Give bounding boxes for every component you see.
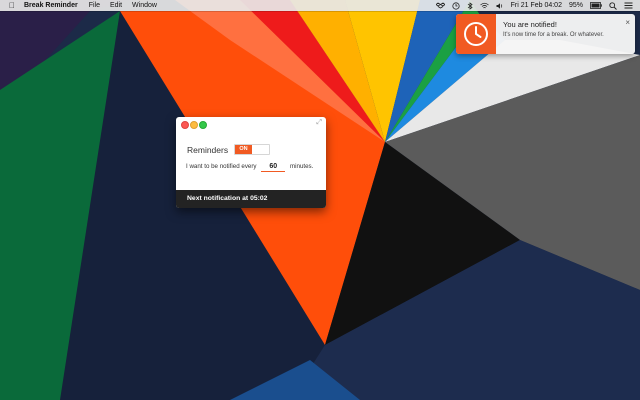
battery-icon[interactable] [590, 2, 602, 9]
apple-menu-icon[interactable]:  [9, 1, 15, 10]
break-reminder-window: ⤢ Reminders ON I want to be notified eve… [176, 117, 326, 208]
status-tray: Fri 21 Feb 04:02 95% [435, 0, 640, 11]
zoom-window-button[interactable] [199, 121, 207, 129]
menu-window[interactable]: Window [132, 2, 157, 9]
reminders-label: Reminders [187, 145, 229, 155]
toggle-on-label: ON [235, 145, 252, 154]
notification-body: It's now time for a break. Or whatever. [503, 32, 604, 38]
reminders-toggle[interactable]: ON [234, 144, 270, 155]
window-titlebar[interactable]: ⤢ [176, 117, 326, 131]
next-notification-status: Next notification at 05:02 [176, 190, 326, 208]
menu-bar:  Break Reminder File Edit Window Fri 21… [0, 0, 640, 11]
clock-icon [464, 22, 488, 46]
close-window-button[interactable] [181, 121, 189, 129]
interval-suffix: minutes. [289, 163, 314, 170]
time-machine-icon[interactable] [452, 1, 460, 10]
menu-file[interactable]: File [89, 2, 100, 9]
wifi-icon[interactable] [479, 2, 489, 10]
interval-row: I want to be notified every minutes. [186, 163, 313, 172]
search-icon[interactable] [609, 1, 617, 10]
notification-title: You are notified! [503, 20, 557, 29]
close-icon[interactable]: × [625, 18, 630, 27]
interval-prefix: I want to be notified every [186, 163, 257, 170]
interval-minutes-input[interactable] [261, 163, 286, 172]
bluetooth-icon[interactable] [467, 1, 473, 10]
battery-percent[interactable]: 95% [569, 2, 583, 9]
notification-center-icon[interactable] [624, 2, 633, 9]
menu-app-name[interactable]: Break Reminder [24, 2, 78, 9]
minimize-window-button[interactable] [190, 121, 198, 129]
clock-text[interactable]: Fri 21 Feb 04:02 [511, 2, 562, 9]
notification-banner[interactable]: You are notified! It's now time for a br… [456, 14, 635, 54]
volume-icon[interactable] [496, 2, 504, 10]
menu-edit[interactable]: Edit [110, 2, 122, 9]
fullscreen-icon[interactable]: ⤢ [316, 119, 322, 127]
notification-app-icon [456, 14, 496, 54]
dropbox-icon[interactable] [435, 2, 445, 10]
